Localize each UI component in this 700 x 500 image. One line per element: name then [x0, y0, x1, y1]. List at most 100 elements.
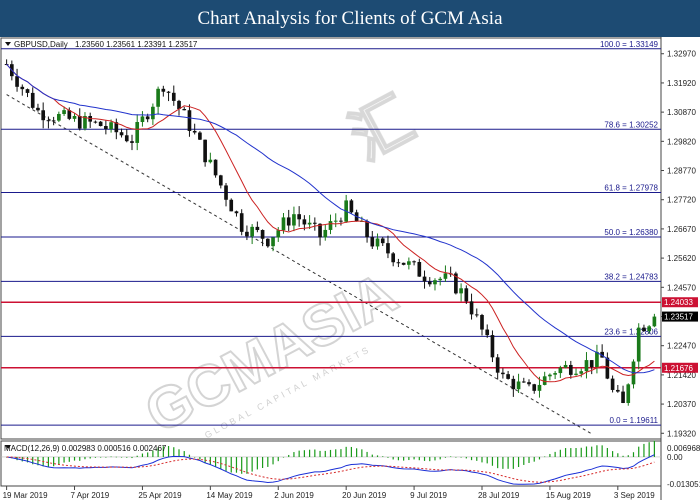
- candle-body[interactable]: [271, 237, 275, 247]
- candle-body[interactable]: [459, 288, 463, 294]
- candle-body[interactable]: [156, 88, 160, 107]
- candle-body[interactable]: [229, 199, 234, 212]
- candle-body[interactable]: [302, 219, 307, 225]
- candle-body[interactable]: [203, 139, 207, 163]
- candle-body[interactable]: [501, 372, 505, 375]
- candle-body[interactable]: [245, 231, 249, 237]
- candle-body[interactable]: [171, 92, 176, 101]
- candle-body[interactable]: [187, 110, 192, 131]
- candle-body[interactable]: [339, 220, 343, 222]
- candle-body[interactable]: [407, 261, 411, 265]
- candle-body[interactable]: [443, 273, 448, 279]
- candle-body[interactable]: [386, 243, 390, 254]
- candle-body[interactable]: [589, 360, 594, 368]
- candle-body[interactable]: [521, 381, 526, 383]
- candle-body[interactable]: [297, 214, 301, 220]
- candle-body[interactable]: [140, 116, 145, 123]
- candle-body[interactable]: [130, 141, 134, 143]
- candle-body[interactable]: [151, 106, 155, 120]
- candle-body[interactable]: [260, 230, 265, 239]
- candle-body[interactable]: [224, 185, 228, 200]
- candle-body[interactable]: [490, 335, 495, 358]
- candle-body[interactable]: [558, 367, 563, 374]
- candle-body[interactable]: [433, 280, 437, 285]
- candle-body[interactable]: [25, 89, 30, 93]
- candle-body[interactable]: [474, 314, 479, 316]
- candle-body[interactable]: [464, 288, 469, 302]
- candle-body[interactable]: [652, 316, 657, 327]
- chart-area[interactable]: GCMASIA GLOBAL CAPITAL MARKETS 汇 100.0 =…: [0, 37, 700, 500]
- candle-body[interactable]: [239, 213, 244, 232]
- candle-body[interactable]: [104, 126, 108, 129]
- candle-body[interactable]: [427, 281, 432, 285]
- candle-body[interactable]: [511, 378, 516, 390]
- candle-body[interactable]: [548, 374, 552, 377]
- candle-body[interactable]: [422, 276, 427, 282]
- candle-body[interactable]: [553, 373, 557, 375]
- candle-body[interactable]: [417, 261, 422, 277]
- candle-body[interactable]: [485, 329, 490, 336]
- candle-body[interactable]: [615, 389, 620, 392]
- candle-body[interactable]: [333, 220, 338, 222]
- candle-body[interactable]: [93, 121, 98, 123]
- candle-body[interactable]: [124, 135, 129, 142]
- candle-body[interactable]: [98, 121, 103, 127]
- candle-body[interactable]: [276, 230, 281, 238]
- candle-body[interactable]: [192, 130, 197, 133]
- candle-body[interactable]: [380, 238, 385, 244]
- candle-body[interactable]: [328, 221, 333, 230]
- candle-body[interactable]: [516, 381, 521, 390]
- candle-body[interactable]: [265, 238, 270, 247]
- candle-body[interactable]: [286, 217, 291, 226]
- candle-body[interactable]: [36, 107, 40, 111]
- candle-body[interactable]: [62, 110, 66, 114]
- candle-body[interactable]: [642, 327, 646, 332]
- candle-body[interactable]: [255, 226, 260, 231]
- candle-body[interactable]: [41, 110, 46, 121]
- candle-body[interactable]: [506, 374, 510, 379]
- candle-body[interactable]: [537, 384, 542, 391]
- candle-body[interactable]: [584, 360, 589, 372]
- candle-body[interactable]: [15, 76, 19, 87]
- candle-body[interactable]: [375, 238, 380, 247]
- candle-body[interactable]: [610, 378, 615, 390]
- candle-body[interactable]: [208, 159, 213, 163]
- candle-body[interactable]: [568, 364, 573, 375]
- candle-body[interactable]: [166, 91, 171, 93]
- candle-body[interactable]: [234, 211, 239, 214]
- candle-body[interactable]: [495, 357, 500, 373]
- candle-body[interactable]: [480, 314, 484, 330]
- candle-body[interactable]: [20, 86, 25, 90]
- candle-body[interactable]: [396, 262, 401, 264]
- candle-body[interactable]: [626, 384, 631, 403]
- candle-body[interactable]: [636, 327, 641, 362]
- candle-body[interactable]: [412, 261, 416, 263]
- candle-body[interactable]: [563, 364, 568, 368]
- candle-body[interactable]: [250, 226, 254, 237]
- candle-body[interactable]: [198, 132, 202, 140]
- candle-body[interactable]: [579, 371, 584, 374]
- candle-body[interactable]: [182, 109, 187, 111]
- candle-body[interactable]: [30, 92, 35, 108]
- candle-body[interactable]: [621, 391, 625, 403]
- candle-body[interactable]: [365, 220, 369, 238]
- candle-body[interactable]: [292, 214, 296, 226]
- candle-body[interactable]: [349, 200, 354, 213]
- candle-body[interactable]: [213, 159, 218, 176]
- candle-body[interactable]: [72, 116, 77, 119]
- candle-body[interactable]: [574, 373, 578, 375]
- candle-body[interactable]: [51, 120, 56, 122]
- candle-body[interactable]: [135, 122, 140, 143]
- candle-body[interactable]: [77, 116, 82, 129]
- candle-body[interactable]: [109, 122, 113, 129]
- candle-body[interactable]: [281, 217, 286, 231]
- candle-body[interactable]: [119, 132, 124, 136]
- candle-body[interactable]: [323, 229, 328, 238]
- candle-body[interactable]: [605, 357, 610, 379]
- candle-body[interactable]: [218, 175, 223, 186]
- candle-body[interactable]: [370, 237, 375, 247]
- candle-body[interactable]: [532, 384, 537, 391]
- candle-body[interactable]: [46, 120, 51, 122]
- candle-body[interactable]: [469, 301, 474, 315]
- candle-body[interactable]: [595, 351, 599, 368]
